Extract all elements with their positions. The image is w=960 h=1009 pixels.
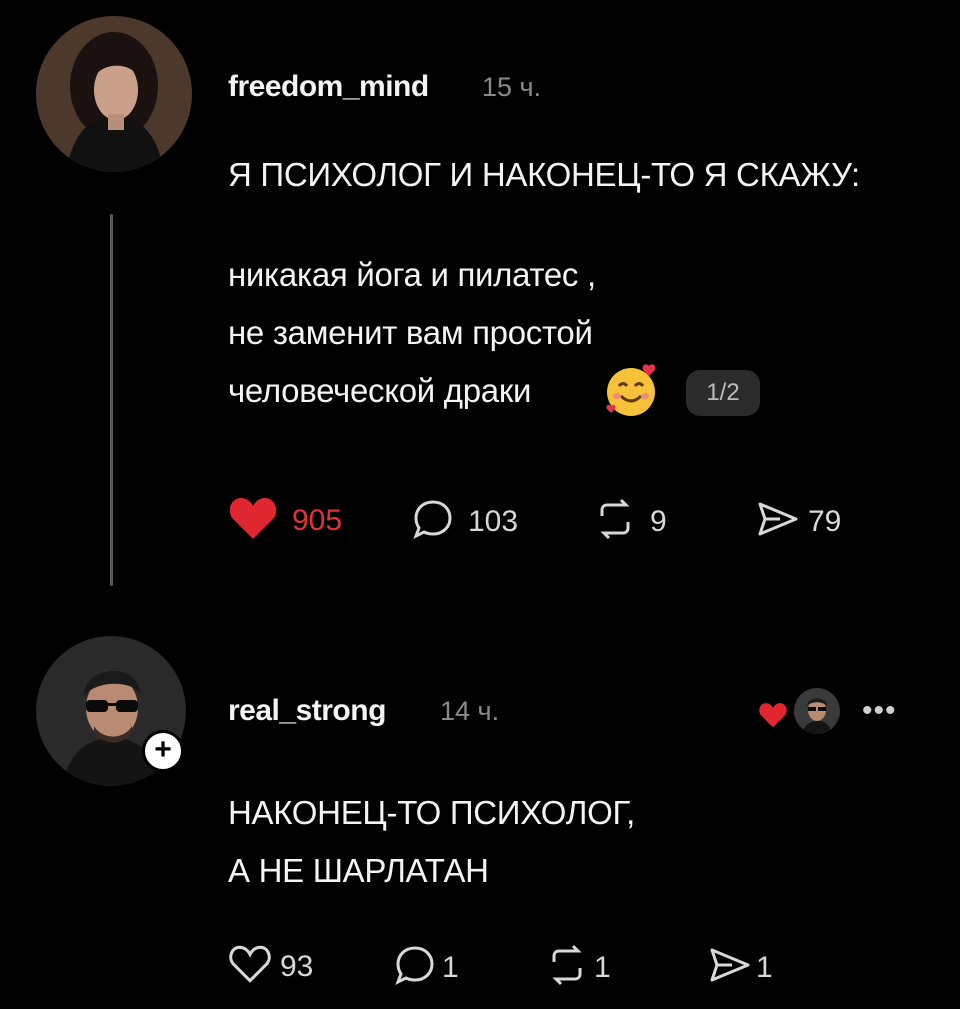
- post-body-line-1: никакая йога и пилатес ,: [228, 256, 596, 293]
- reply-like-button[interactable]: 93: [228, 944, 313, 989]
- comment-bubble-icon: [394, 944, 436, 991]
- post-body-line-2: не заменит вам простой: [228, 314, 593, 351]
- follow-plus-button[interactable]: +: [142, 730, 184, 772]
- post-share-count: 79: [808, 504, 842, 538]
- reply-time: 14 ч.: [440, 696, 500, 726]
- thread-line: [110, 214, 113, 586]
- reply-comment-count: 1: [442, 950, 459, 984]
- more-options-button[interactable]: •••: [862, 694, 897, 728]
- reply-line-2: А НЕ ШАРЛАТАН: [228, 852, 489, 889]
- media-page-indicator: 1/2: [686, 370, 760, 416]
- reply-like-count: 93: [280, 949, 314, 983]
- post-like-button[interactable]: 905: [228, 496, 342, 545]
- reply-repost-count: 1: [594, 950, 611, 984]
- liked-by-author-indicator: [758, 688, 848, 734]
- repost-icon: [594, 498, 636, 545]
- smiling-face-with-hearts-icon: [603, 362, 659, 418]
- post-comment-button[interactable]: 103: [412, 498, 518, 545]
- reply-repost-button[interactable]: 1: [546, 944, 611, 991]
- repost-icon: [546, 944, 588, 991]
- reply-line-1: НАКОНЕЦ-ТО ПСИХОЛОГ,: [228, 794, 635, 831]
- reply-share-button[interactable]: 1: [708, 944, 773, 991]
- reply-comment-button[interactable]: 1: [394, 944, 459, 991]
- heart-outline-icon: [228, 944, 272, 989]
- post-share-button[interactable]: 79: [756, 498, 841, 545]
- reply-share-count: 1: [756, 950, 773, 984]
- post-comment-count: 103: [468, 504, 519, 538]
- heart-filled-icon: [758, 702, 788, 733]
- post-body-line-3: человеческой драки: [228, 372, 532, 409]
- comment-bubble-icon: [412, 498, 454, 545]
- post-author-avatar[interactable]: [36, 16, 192, 172]
- send-icon: [756, 498, 800, 545]
- post-repost-count: 9: [650, 504, 667, 538]
- author-mini-avatar: [794, 688, 840, 734]
- post-time: 15 ч.: [482, 72, 542, 102]
- post-like-count: 905: [292, 503, 343, 537]
- heart-filled-icon: [228, 496, 278, 545]
- post-username[interactable]: freedom_mind: [228, 70, 429, 104]
- post-repost-button[interactable]: 9: [594, 498, 667, 545]
- post-headline: Я ПСИХОЛОГ И НАКОНЕЦ-ТО Я СКАЖУ:: [228, 156, 860, 193]
- reply-username[interactable]: real_strong: [228, 694, 386, 728]
- send-icon: [708, 944, 752, 991]
